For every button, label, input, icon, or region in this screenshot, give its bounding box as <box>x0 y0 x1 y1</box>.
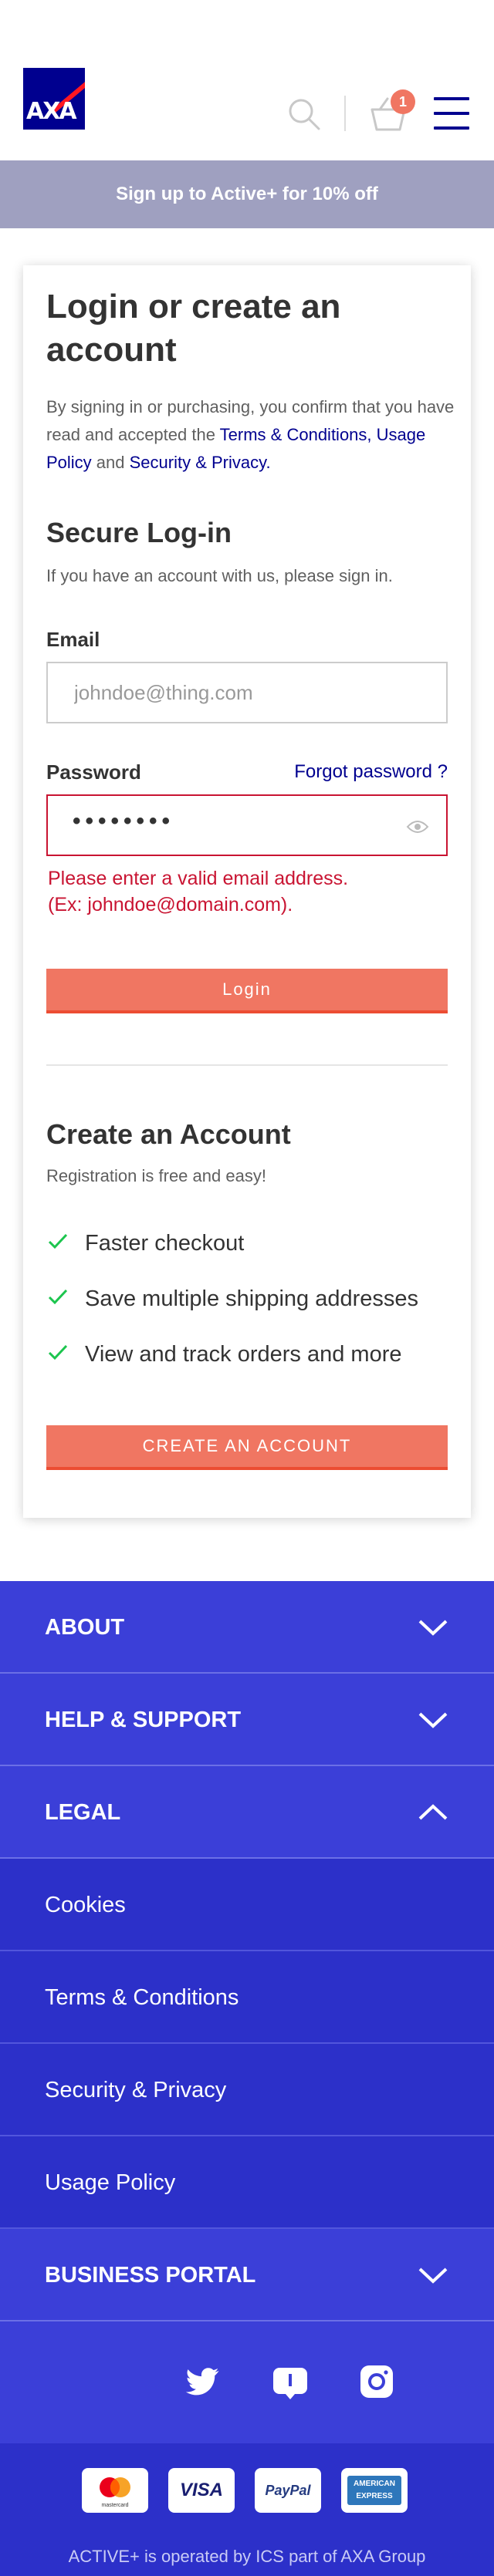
security-privacy-link[interactable]: Security & Privacy. <box>130 453 271 472</box>
email-label: Email <box>46 628 100 651</box>
footer-link-label: Security & Privacy <box>45 2078 227 2102</box>
create-account-button[interactable]: CREATE AN ACCOUNT <box>46 1425 448 1470</box>
footer-link-label: Usage Policy <box>45 2170 176 2195</box>
header-divider <box>344 96 346 131</box>
chevron-down-icon <box>418 2267 448 2284</box>
footer-section-business-portal[interactable]: BUSINESS PORTAL <box>0 2229 494 2321</box>
footer-section-label: HELP & SUPPORT <box>45 1708 242 1732</box>
check-icon <box>48 1233 68 1249</box>
benefit-item: View and track orders and more <box>46 1339 448 1370</box>
footer-section-legal[interactable]: LEGAL <box>0 1766 494 1859</box>
benefit-item: Save multiple shipping addresses <box>46 1283 448 1314</box>
consent-and: and <box>91 453 130 472</box>
instagram-icon[interactable] <box>358 2363 395 2400</box>
footer-section-label: LEGAL <box>45 1800 121 1825</box>
email-error-message: Please enter a valid email address. (Ex:… <box>48 865 449 918</box>
check-icon <box>48 1289 68 1305</box>
secure-login-subtitle: If you have an account with us, please s… <box>46 566 393 585</box>
logo-text: AXA <box>26 98 77 125</box>
visa-logo: VISA <box>168 2468 235 2513</box>
login-card: Login or create an account By signing in… <box>23 265 471 1518</box>
menu-icon[interactable] <box>434 97 469 130</box>
password-value: •••••••• <box>73 808 175 834</box>
search-icon[interactable] <box>287 97 321 131</box>
operator-note: ACTIVE+ is operated by ICS part of AXA G… <box>68 2547 426 2566</box>
benefit-label: Faster checkout <box>85 1231 245 1256</box>
error-line-2: (Ex: johndoe@domain.com). <box>48 894 293 915</box>
check-icon <box>48 1344 68 1360</box>
amex-line-2: EXPRESS <box>356 2492 393 2500</box>
benefit-label: View and track orders and more <box>85 1342 402 1367</box>
secure-login-title: Secure Log-in <box>46 517 232 548</box>
consent-text: By signing in or purchasing, you confirm… <box>46 393 455 477</box>
footer-link-cookies[interactable]: Cookies <box>0 1859 494 1951</box>
visa-text: VISA <box>179 2480 223 2500</box>
axa-logo[interactable]: AXA <box>23 68 85 130</box>
footer-section-label: BUSINESS PORTAL <box>45 2263 256 2288</box>
password-label: Password <box>46 760 141 784</box>
paypal-text: PayPal <box>265 2483 311 2498</box>
amex-logo: AMERICAN EXPRESS <box>341 2468 408 2513</box>
mastercard-logo: mastercard <box>82 2468 148 2513</box>
chevron-up-icon <box>418 1804 448 1820</box>
page-title: Login or create an account <box>46 288 341 369</box>
error-line-1: Please enter a valid email address. <box>48 868 349 889</box>
paypal-logo: PayPal <box>255 2468 321 2513</box>
terms-link[interactable]: Terms & Conditions, <box>220 425 372 444</box>
chevron-down-icon <box>418 1620 448 1636</box>
create-account-title: Create an Account <box>46 1118 291 1150</box>
footer-section-help[interactable]: HELP & SUPPORT <box>0 1674 494 1766</box>
email-field[interactable] <box>46 662 448 723</box>
amex-line-1: AMERICAN <box>354 2480 395 2488</box>
section-divider <box>46 1064 448 1066</box>
footer-link-label: Cookies <box>45 1893 126 1917</box>
twitter-icon[interactable] <box>185 2363 222 2400</box>
chevron-down-icon <box>418 1712 448 1728</box>
footer-section-label: ABOUT <box>45 1615 125 1640</box>
chat-icon[interactable] <box>272 2363 309 2400</box>
create-account-subtitle: Registration is free and easy! <box>46 1166 266 1185</box>
eye-icon[interactable] <box>406 818 429 836</box>
amex-text: AMERICAN EXPRESS <box>347 2476 401 2505</box>
footer-link-usage-policy[interactable]: Usage Policy <box>0 2136 494 2229</box>
cart-count-badge: 1 <box>391 89 415 114</box>
forgot-password-link[interactable]: Forgot password ? <box>293 761 448 783</box>
payment-methods-bar: mastercard VISA PayPal AMERICAN EXPRESS … <box>0 2443 494 2576</box>
footer-link-label: Terms & Conditions <box>45 1985 239 2010</box>
footer-link-terms[interactable]: Terms & Conditions <box>0 1951 494 2044</box>
site-footer: ABOUT HELP & SUPPORT LEGAL Cookies Terms… <box>0 1581 494 2576</box>
benefit-label: Save multiple shipping addresses <box>85 1286 419 1311</box>
mastercard-caption: mastercard <box>101 2503 128 2508</box>
benefit-item: Faster checkout <box>46 1228 448 1259</box>
footer-link-security[interactable]: Security & Privacy <box>0 2044 494 2136</box>
login-button[interactable]: Login <box>46 969 448 1013</box>
promo-banner[interactable]: Sign up to Active+ for 10% off <box>0 160 494 228</box>
site-header: AXA 1 <box>0 0 494 160</box>
footer-section-about[interactable]: ABOUT <box>0 1581 494 1674</box>
